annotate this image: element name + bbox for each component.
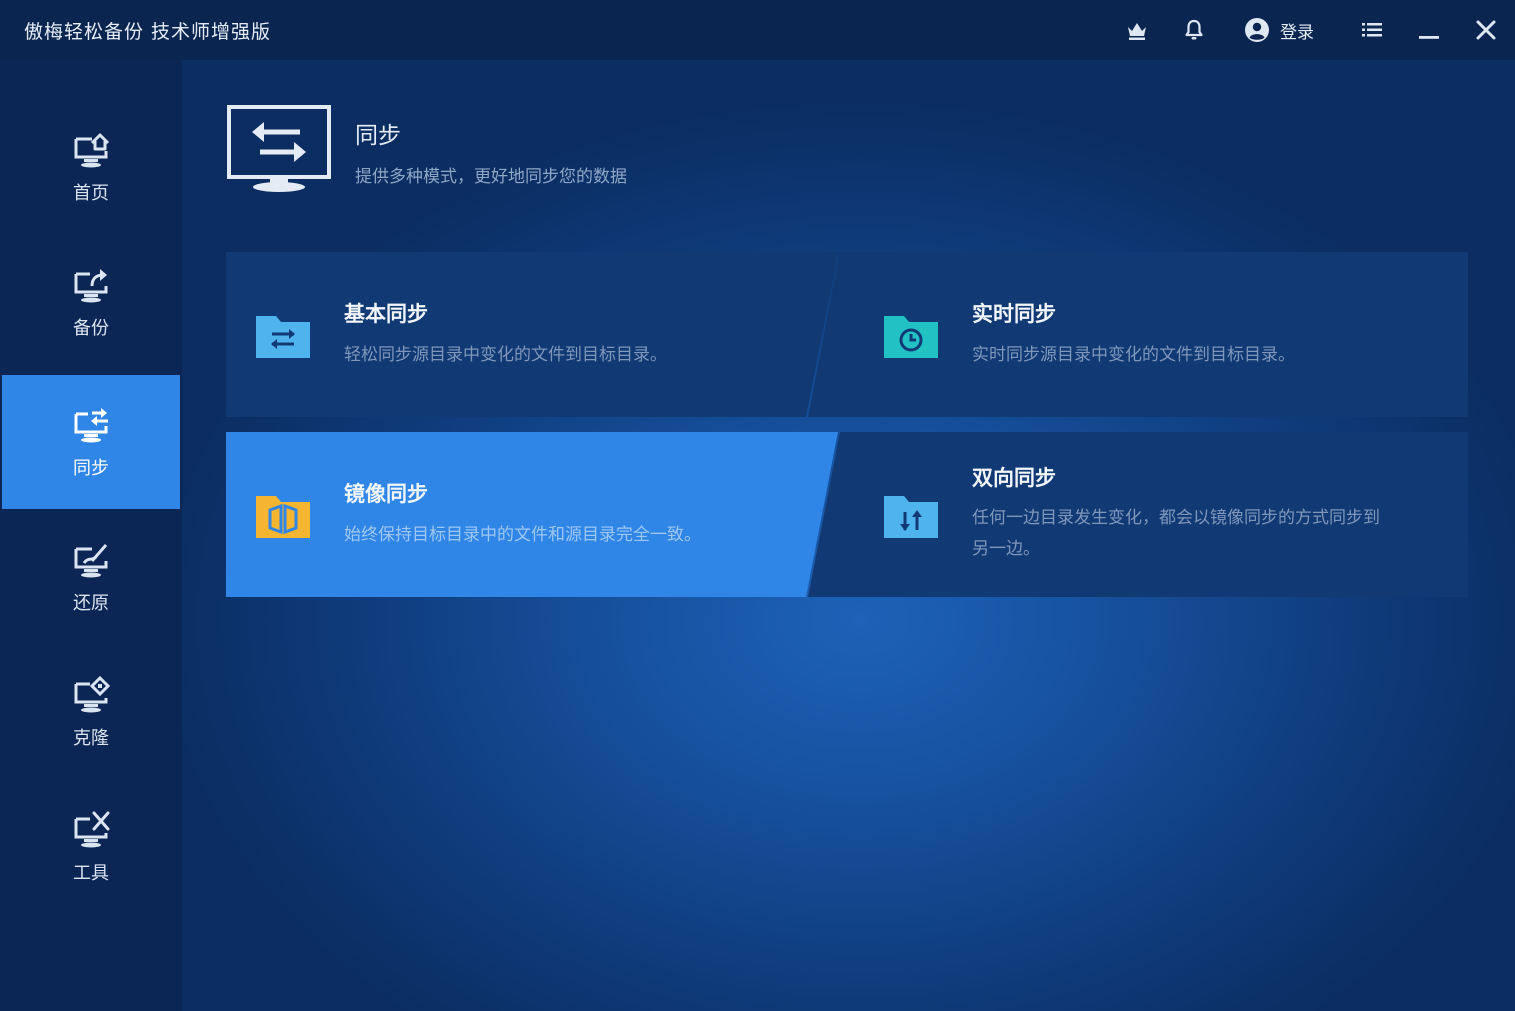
card-title: 基本同步: [344, 301, 428, 326]
clone-icon: [74, 675, 111, 713]
card-description-line1: 任何一边目录发生变化，都会以镜像同步的方式同步到: [972, 508, 1380, 528]
sidebar-item-label: 备份: [73, 318, 109, 339]
sync-monitor-icon: [227, 105, 331, 192]
tools-icon: [74, 811, 110, 848]
sidebar-item-home[interactable]: 首页: [2, 100, 180, 234]
basic-sync-folder-icon: [256, 316, 310, 358]
sidebar-item-clone[interactable]: 克隆: [2, 645, 180, 779]
restore-icon: [74, 544, 108, 578]
minimize-icon[interactable]: [1416, 17, 1442, 43]
basic-sync-card[interactable]: 基本同步 轻松同步源目录中变化的文件到目标目录。: [226, 252, 838, 417]
card-title: 实时同步: [972, 301, 1056, 326]
sidebar-item-label: 工具: [73, 863, 109, 884]
menu-icon[interactable]: [1359, 17, 1385, 43]
realtime-sync-card[interactable]: 实时同步 实时同步源目录中变化的文件到目标目录。: [806, 252, 1468, 417]
user-icon: [1245, 18, 1269, 42]
card-description: 始终保持目标目录中的文件和源目录完全一致。: [344, 525, 701, 545]
backup-icon: [74, 269, 108, 303]
card-description-line2: 另一边。: [972, 539, 1040, 559]
mirror-sync-card[interactable]: 镜像同步 始终保持目标目录中的文件和源目录完全一致。: [226, 432, 838, 597]
sidebar-item-label: 还原: [73, 593, 109, 614]
sidebar-item-restore[interactable]: 还原: [2, 510, 180, 644]
card-title: 镜像同步: [344, 481, 428, 506]
app-window: 傲梅轻松备份 技术师增强版 登录 首页 备份 同步 还原 克隆 工具 同步 提供…: [0, 0, 1515, 1011]
card-title: 双向同步: [972, 465, 1056, 490]
title-bar: 傲梅轻松备份 技术师增强版 登录: [0, 0, 1515, 60]
sidebar-item-label: 首页: [73, 183, 109, 204]
sidebar-item-backup[interactable]: 备份: [2, 235, 180, 369]
sync-icon: [74, 408, 108, 443]
home-icon: [74, 133, 110, 168]
login-button[interactable]: 登录: [1244, 17, 1314, 43]
card-description: 轻松同步源目录中变化的文件到目标目录。: [344, 345, 667, 365]
close-icon[interactable]: [1473, 17, 1499, 43]
two-way-sync-card[interactable]: 双向同步 任何一边目录发生变化，都会以镜像同步的方式同步到 另一边。: [806, 432, 1468, 597]
sidebar-item-label: 克隆: [73, 728, 109, 749]
login-label: 登录: [1280, 22, 1314, 43]
app-title: 傲梅轻松备份 技术师增强版: [24, 21, 272, 43]
sidebar: 首页 备份 同步 还原 克隆 工具: [0, 60, 182, 1011]
sidebar-item-sync[interactable]: 同步: [2, 375, 180, 509]
realtime-sync-folder-icon: [884, 316, 938, 358]
page-subtitle: 提供多种模式，更好地同步您的数据: [355, 167, 627, 187]
bell-icon[interactable]: [1181, 17, 1207, 43]
card-description: 实时同步源目录中变化的文件到目标目录。: [972, 345, 1295, 365]
two-way-sync-folder-icon: [884, 496, 938, 538]
page-title: 同步: [355, 123, 401, 149]
mirror-sync-folder-icon: [256, 496, 310, 538]
crown-icon[interactable]: [1124, 17, 1150, 43]
sidebar-item-tools[interactable]: 工具: [2, 780, 180, 914]
sidebar-item-label: 同步: [73, 458, 109, 479]
